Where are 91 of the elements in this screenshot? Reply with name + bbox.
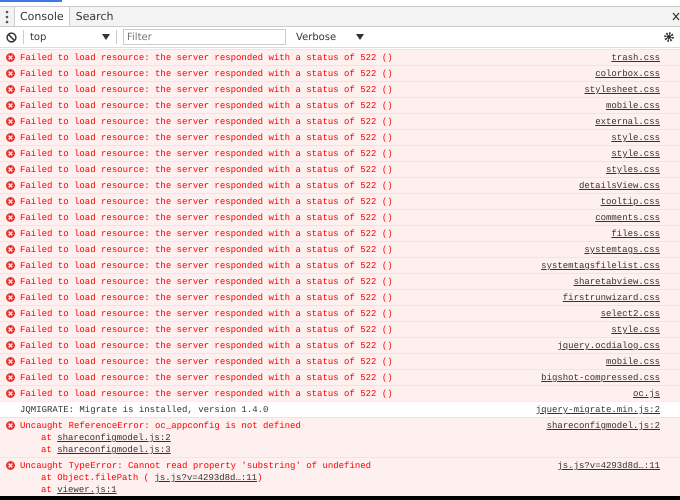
- error-icon: [6, 293, 15, 302]
- stack-link[interactable]: shareconfigmodel.js:3: [57, 445, 171, 455]
- filter-field[interactable]: Filter: [123, 29, 286, 45]
- message-text: JQMIGRATE: Migrate is installed, version 1.4.0: [20, 404, 270, 416]
- caret-icon: [356, 34, 364, 40]
- error-icon: [6, 341, 15, 350]
- message-text: Failed to load resource: the server responded with a status of 522 (): [20, 356, 394, 368]
- source-link[interactable]: colorbox.css: [595, 68, 660, 80]
- message-text: Failed to load resource: the server responded with a status of 522 (): [20, 324, 394, 336]
- source-link[interactable]: style.css: [611, 132, 660, 144]
- source-link[interactable]: comments.css: [595, 212, 660, 224]
- message-text: Failed to load resource: the server responded with a status of 522 (): [20, 148, 394, 160]
- source-link[interactable]: systemtagsfilelist.css: [541, 260, 660, 272]
- message-text: Uncaught TypeError: Cannot read property 'substring' of undefined: [20, 460, 372, 472]
- error-icon: [6, 213, 15, 222]
- error-icon: [6, 357, 15, 366]
- source-link[interactable]: mobile.css: [606, 356, 660, 368]
- stack-frame: at shareconfigmodel.js:2: [20, 432, 547, 444]
- message-text: Failed to load resource: the server responded with a status of 522 (): [20, 180, 394, 192]
- error-icon: [6, 309, 15, 318]
- stack-link[interactable]: viewer.js:1: [57, 485, 117, 495]
- error-icon: [6, 197, 15, 206]
- message-text: Failed to load resource: the server responded with a status of 522 (): [20, 132, 394, 144]
- message-text: Failed to load resource: the server responded with a status of 522 (): [20, 84, 394, 96]
- source-link[interactable]: firstrunwizard.css: [562, 292, 660, 304]
- message-text: Failed to load resource: the server responded with a status of 522 (): [20, 52, 394, 64]
- message-text: Failed to load resource: the server responded with a status of 522 (): [20, 260, 394, 272]
- settings-icon[interactable]: [664, 32, 674, 42]
- source-link[interactable]: sharetabview.css: [574, 276, 660, 288]
- source-link[interactable]: stylesheet.css: [584, 84, 660, 96]
- error-icon: [6, 277, 15, 286]
- error-icon: [6, 373, 15, 382]
- source-link[interactable]: style.css: [611, 324, 660, 336]
- stack-link[interactable]: shareconfigmodel.js:2: [57, 433, 171, 443]
- stack-frame: at viewer.js:1: [20, 484, 558, 496]
- stack-frame: at shareconfigmodel.js:3: [20, 444, 547, 456]
- panel-tab[interactable]: Search: [70, 7, 120, 26]
- source-link[interactable]: jquery-migrate.min.js:2: [536, 404, 660, 416]
- error-icon: [6, 165, 15, 174]
- message-text: Failed to load resource: the server responded with a status of 522 (): [20, 372, 394, 384]
- message-text: Uncaught ReferenceError: oc_appconfig is not defined: [20, 420, 302, 432]
- message-text: Failed to load resource: the server responded with a status of 522 (): [20, 68, 394, 80]
- source-link[interactable]: styles.css: [606, 164, 660, 176]
- source-link[interactable]: external.css: [595, 116, 660, 128]
- error-icon: [6, 389, 15, 398]
- error-icon: [6, 101, 15, 110]
- message-text: Failed to load resource: the server responded with a status of 522 (): [20, 292, 394, 304]
- error-icon: [6, 229, 15, 238]
- error-icon: [6, 133, 15, 142]
- stack-frame: at Object.filePath ( js.js?v=4293d8d…:11): [20, 472, 558, 484]
- message-text: Failed to load resource: the server responded with a status of 522 (): [20, 388, 394, 400]
- context-select[interactable]: top: [30, 32, 110, 42]
- log-level-select[interactable]: Verbose: [296, 32, 364, 42]
- error-icon: [6, 85, 15, 94]
- clear-console-icon[interactable]: [6, 32, 17, 42]
- message-text: Failed to load resource: the server responded with a status of 522 (): [20, 308, 394, 320]
- source-link[interactable]: select2.css: [600, 308, 660, 320]
- error-icon: [6, 325, 15, 334]
- error-icon: [6, 245, 15, 254]
- message-text: Failed to load resource: the server responded with a status of 522 (): [20, 196, 394, 208]
- error-icon: [6, 69, 15, 78]
- error-icon: [6, 261, 15, 270]
- source-link[interactable]: oc.js: [632, 388, 660, 400]
- source-link[interactable]: shareconfigmodel.js:2: [546, 420, 660, 432]
- caret-icon: [102, 34, 110, 40]
- source-link[interactable]: files.css: [611, 228, 660, 240]
- source-link[interactable]: detailsView.css: [578, 180, 660, 192]
- source-link[interactable]: mobile.css: [606, 100, 660, 112]
- source-link[interactable]: bigshot-compressed.css: [541, 372, 660, 384]
- source-link[interactable]: jquery.ocdialog.css: [557, 340, 660, 352]
- error-icon: [6, 149, 15, 158]
- message-text: Failed to load resource: the server responded with a status of 522 (): [20, 100, 394, 112]
- error-icon: [6, 181, 15, 190]
- panel-tab[interactable]: Console: [14, 7, 70, 26]
- source-link[interactable]: trash.css: [611, 52, 660, 64]
- message-text: Failed to load resource: the server responded with a status of 522 (): [20, 164, 394, 176]
- message-text: Failed to load resource: the server responded with a status of 522 (): [20, 228, 394, 240]
- message-text: Failed to load resource: the server responded with a status of 522 (): [20, 276, 394, 288]
- message-text: Failed to load resource: the server responded with a status of 522 (): [20, 244, 394, 256]
- source-link[interactable]: style.css: [611, 148, 660, 160]
- error-icon: [6, 421, 15, 430]
- error-icon: [6, 461, 15, 470]
- source-link[interactable]: tooltip.css: [600, 196, 660, 208]
- message-text: Failed to load resource: the server responded with a status of 522 (): [20, 116, 394, 128]
- source-link[interactable]: systemtags.css: [584, 244, 660, 256]
- stack-link[interactable]: js.js?v=4293d8d…:11: [154, 473, 258, 483]
- message-text: Failed to load resource: the server responded with a status of 522 (): [20, 212, 394, 224]
- error-icon: [6, 117, 15, 126]
- error-icon: [6, 53, 15, 62]
- message-text: Failed to load resource: the server responded with a status of 522 (): [20, 340, 394, 352]
- source-link[interactable]: js.js?v=4293d8d…:11: [557, 460, 660, 472]
